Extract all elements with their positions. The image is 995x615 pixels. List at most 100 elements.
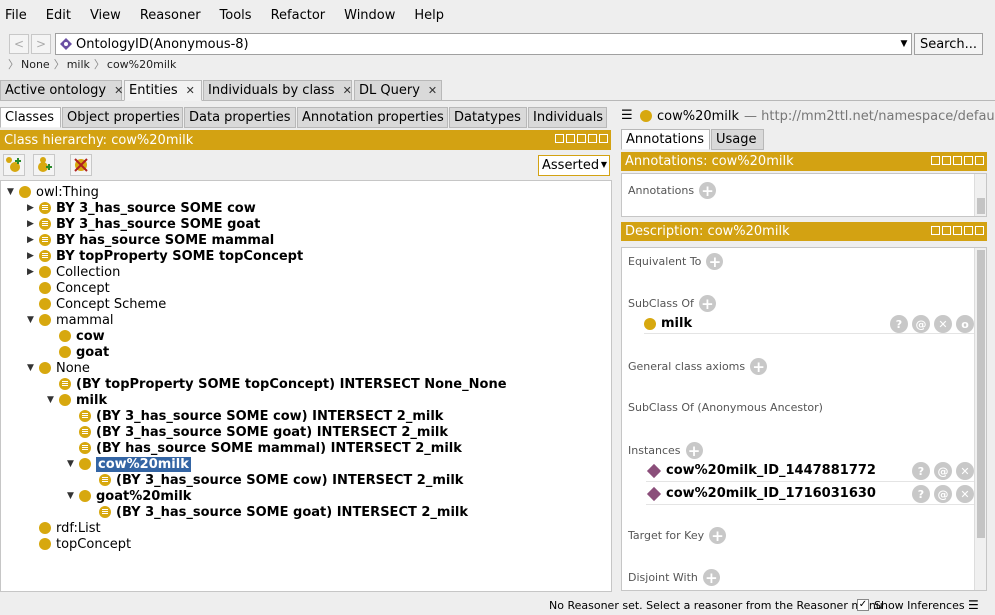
tree-node[interactable]: goat	[47, 344, 109, 360]
tree-node[interactable]: ▶ Collection	[27, 264, 120, 280]
annotate-icon[interactable]: @	[934, 462, 952, 480]
tree-node[interactable]: ▶ BY topProperty SOME topConcept	[27, 248, 303, 264]
tree-node[interactable]: ▼ mammal	[27, 312, 114, 328]
expand-toggle-icon[interactable]: ▼	[7, 187, 17, 197]
forward-button[interactable]: >	[31, 34, 51, 54]
list-icon[interactable]: ☰	[968, 598, 979, 612]
breadcrumb-item[interactable]: cow%20milk	[107, 58, 176, 71]
tree-node[interactable]: cow	[47, 328, 105, 344]
show-inferences-checkbox[interactable]: ✓	[857, 599, 869, 611]
expand-toggle-icon[interactable]: ▶	[27, 203, 37, 213]
tab-annotation-properties[interactable]: Annotation properties	[297, 107, 448, 128]
class-icon	[59, 330, 71, 342]
hierarchy-mode-select[interactable]: Asserted ▼	[538, 155, 610, 176]
tree-node[interactable]: ▼ milk	[47, 392, 107, 408]
chevron-down-icon[interactable]: ▼	[897, 34, 911, 54]
add-annotation-icon[interactable]: +	[699, 182, 717, 200]
expand-toggle-icon[interactable]: ▶	[27, 235, 37, 245]
class-tree[interactable]: ▼ owl:Thing ▶ BY 3_has_source SOME cow ▶ BY 3…	[0, 180, 612, 592]
menu-window[interactable]: Window	[344, 8, 395, 23]
tab-annotations[interactable]: Annotations	[621, 129, 710, 150]
expand-toggle-icon[interactable]: ▼	[47, 395, 57, 405]
delete-icon[interactable]: ✕	[956, 462, 974, 480]
delete-class-icon[interactable]	[70, 154, 92, 176]
tree-node[interactable]: ▼ cow%20milk	[67, 456, 191, 472]
tree-node[interactable]: ▼ None	[27, 360, 90, 376]
menu-reasoner[interactable]: Reasoner	[140, 8, 201, 23]
instance-row[interactable]: cow%20milk_ID_1447881772 ? @ ✕	[646, 460, 974, 482]
back-button[interactable]: <	[9, 34, 29, 54]
ontology-selector[interactable]: OntologyID(Anonymous-8) ▼	[55, 33, 912, 55]
tree-node[interactable]: Concept Scheme	[27, 296, 166, 312]
menu-refactor[interactable]: Refactor	[271, 8, 326, 23]
expand-toggle-icon[interactable]: ▼	[67, 459, 77, 469]
tree-node[interactable]: (BY topProperty SOME topConcept) INTERSE…	[47, 376, 507, 392]
tree-node[interactable]: Concept	[27, 280, 110, 296]
tab-object-properties[interactable]: Object properties	[62, 107, 183, 128]
tab-data-properties[interactable]: Data properties	[184, 107, 296, 128]
add-key-icon[interactable]: +	[709, 527, 727, 545]
instance-row[interactable]: cow%20milk_ID_1716031630 ? @ ✕	[646, 483, 974, 505]
menu-tools[interactable]: Tools	[220, 8, 252, 23]
expand-toggle-icon[interactable]: ▶	[27, 251, 37, 261]
tab-active-ontology[interactable]: Active ontology ✕	[0, 80, 123, 101]
menu-edit[interactable]: Edit	[46, 8, 71, 23]
explain-icon[interactable]: ?	[890, 315, 908, 333]
annotations-scrollbar[interactable]	[974, 174, 986, 216]
add-sibling-icon[interactable]	[33, 154, 55, 176]
tree-node[interactable]: ▶ BY 3_has_source SOME goat	[27, 216, 260, 232]
tree-node[interactable]: ▶ BY 3_has_source SOME cow	[27, 200, 256, 216]
add-instance-icon[interactable]: +	[685, 442, 703, 460]
tree-node[interactable]: ▶ BY has_source SOME mammal	[27, 232, 274, 248]
tab-individuals-by-class[interactable]: Individuals by class ✕	[203, 80, 352, 101]
view-controls[interactable]	[931, 156, 984, 165]
close-icon[interactable]: ✕	[428, 84, 437, 97]
menu-help[interactable]: Help	[414, 8, 444, 23]
tree-node[interactable]: (BY 3_has_source SOME goat) INTERSECT 2_…	[67, 424, 448, 440]
tree-node[interactable]: (BY 3_has_source SOME cow) INTERSECT 2_m…	[87, 472, 463, 488]
subclass-row[interactable]: milk ? @ ✕ o	[644, 314, 974, 334]
description-scrollbar[interactable]	[974, 248, 986, 590]
tab-usage[interactable]: Usage	[711, 129, 764, 150]
tree-node[interactable]: (BY 3_has_source SOME cow) INTERSECT 2_m…	[67, 408, 443, 424]
add-disjoint-icon[interactable]: +	[702, 569, 720, 587]
view-controls[interactable]	[555, 134, 608, 143]
tree-node[interactable]: (BY 3_has_source SOME goat) INTERSECT 2_…	[87, 504, 468, 520]
delete-icon[interactable]: ✕	[956, 485, 974, 503]
annotate-icon[interactable]: @	[934, 485, 952, 503]
view-controls[interactable]	[931, 226, 984, 235]
add-equivalent-icon[interactable]: +	[706, 253, 724, 271]
expand-toggle-icon[interactable]: ▼	[27, 315, 37, 325]
expand-toggle-icon[interactable]: ▶	[27, 219, 37, 229]
delete-icon[interactable]: ✕	[934, 315, 952, 333]
tree-node[interactable]: ▼ goat%20milk	[67, 488, 191, 504]
tree-node[interactable]: topConcept	[27, 536, 131, 552]
tree-node[interactable]: ▼ owl:Thing	[7, 184, 99, 200]
tab-classes[interactable]: Classes	[0, 107, 61, 128]
menu-file[interactable]: File	[5, 8, 27, 23]
menu-view[interactable]: View	[90, 8, 121, 23]
annotate-icon[interactable]: @	[912, 315, 930, 333]
close-icon[interactable]: ✕	[186, 84, 195, 97]
add-subclass-of-icon[interactable]: +	[698, 295, 716, 313]
tab-entities[interactable]: Entities ✕	[124, 80, 202, 101]
close-icon[interactable]: ✕	[343, 84, 352, 97]
search-button[interactable]: Search...	[914, 33, 983, 55]
breadcrumb-item[interactable]: milk	[67, 58, 90, 71]
breadcrumb-item[interactable]: None	[21, 58, 50, 71]
expand-toggle-icon[interactable]: ▼	[27, 363, 37, 373]
tab-individuals[interactable]: Individuals	[528, 107, 607, 128]
add-general-axiom-icon[interactable]: +	[750, 358, 768, 376]
tree-node[interactable]: (BY has_source SOME mammal) INTERSECT 2_…	[67, 440, 462, 456]
tab-dl-query[interactable]: DL Query ✕	[354, 80, 442, 101]
edit-icon[interactable]: o	[956, 315, 974, 333]
explain-icon[interactable]: ?	[912, 485, 930, 503]
expand-toggle-icon[interactable]: ▶	[27, 267, 37, 277]
explain-icon[interactable]: ?	[912, 462, 930, 480]
menu-icon[interactable]: ☰	[621, 108, 633, 124]
tab-datatypes[interactable]: Datatypes	[449, 107, 527, 128]
tree-node[interactable]: rdf:List	[27, 520, 101, 536]
add-subclass-icon[interactable]	[3, 154, 25, 176]
expand-toggle-icon[interactable]: ▼	[67, 491, 77, 501]
close-icon[interactable]: ✕	[114, 84, 123, 97]
